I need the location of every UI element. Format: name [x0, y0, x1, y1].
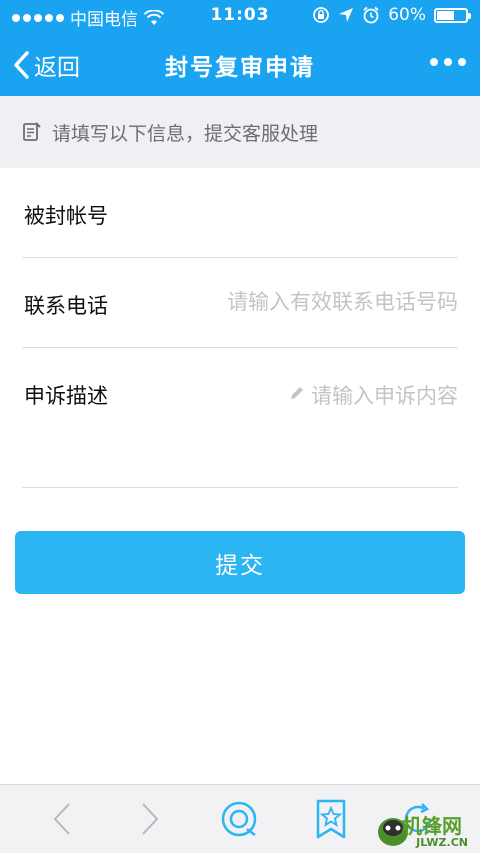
submit-button[interactable]: 提交	[15, 531, 465, 594]
phone-label: 联系电话	[24, 294, 108, 318]
pencil-icon	[291, 387, 303, 399]
page-title: 封号复审申请	[165, 55, 315, 81]
description-placeholder: 请输入申诉内容	[311, 384, 458, 408]
location-icon	[339, 8, 354, 22]
top-bar: 中国电信 11:03 60% 返回 封号复审申请	[0, 0, 480, 96]
chat-bubble-icon	[221, 801, 257, 837]
battery-icon	[434, 7, 471, 23]
status-bar: 中国电信 11:03 60%	[0, 0, 480, 32]
watermark-brand: 机锋网	[402, 814, 462, 838]
watermark-domain: JLWZ.CN	[416, 836, 468, 849]
browser-back-button[interactable]	[42, 799, 82, 839]
browser-forward-button[interactable]	[130, 799, 170, 839]
more-dots-icon	[430, 58, 466, 66]
battery-percent: 60%	[388, 5, 426, 25]
watermark-logo: 机锋网 JLWZ.CN	[374, 808, 474, 852]
phone-input[interactable]	[168, 280, 458, 324]
favorite-button[interactable]	[311, 799, 351, 839]
account-input[interactable]	[168, 190, 458, 234]
form-row-account: 被封帐号	[22, 168, 458, 258]
chevron-left-icon	[53, 803, 70, 835]
chevron-right-icon	[142, 803, 159, 835]
description-input[interactable]: 请输入申诉内容	[158, 348, 458, 486]
bookmark-star-icon	[316, 799, 346, 839]
edit-note-icon	[23, 122, 41, 141]
more-menu-button[interactable]	[430, 58, 466, 66]
appeal-form: 被封帐号 联系电话 申诉描述 请输入申诉内容	[0, 168, 480, 488]
account-label: 被封帐号	[24, 204, 108, 228]
hint-text: 请填写以下信息，提交客服处理	[52, 122, 319, 145]
qzone-button[interactable]	[219, 799, 259, 839]
status-right: 60%	[312, 5, 471, 25]
hint-bar: 请填写以下信息，提交客服处理	[0, 96, 480, 168]
description-label: 申诉描述	[24, 384, 108, 408]
rotation-lock-icon	[313, 7, 330, 23]
form-row-description: 申诉描述 请输入申诉内容	[22, 348, 458, 488]
alarm-icon	[363, 6, 379, 24]
nav-bar: 返回 封号复审申请	[0, 32, 480, 96]
form-row-phone: 联系电话	[22, 258, 458, 348]
